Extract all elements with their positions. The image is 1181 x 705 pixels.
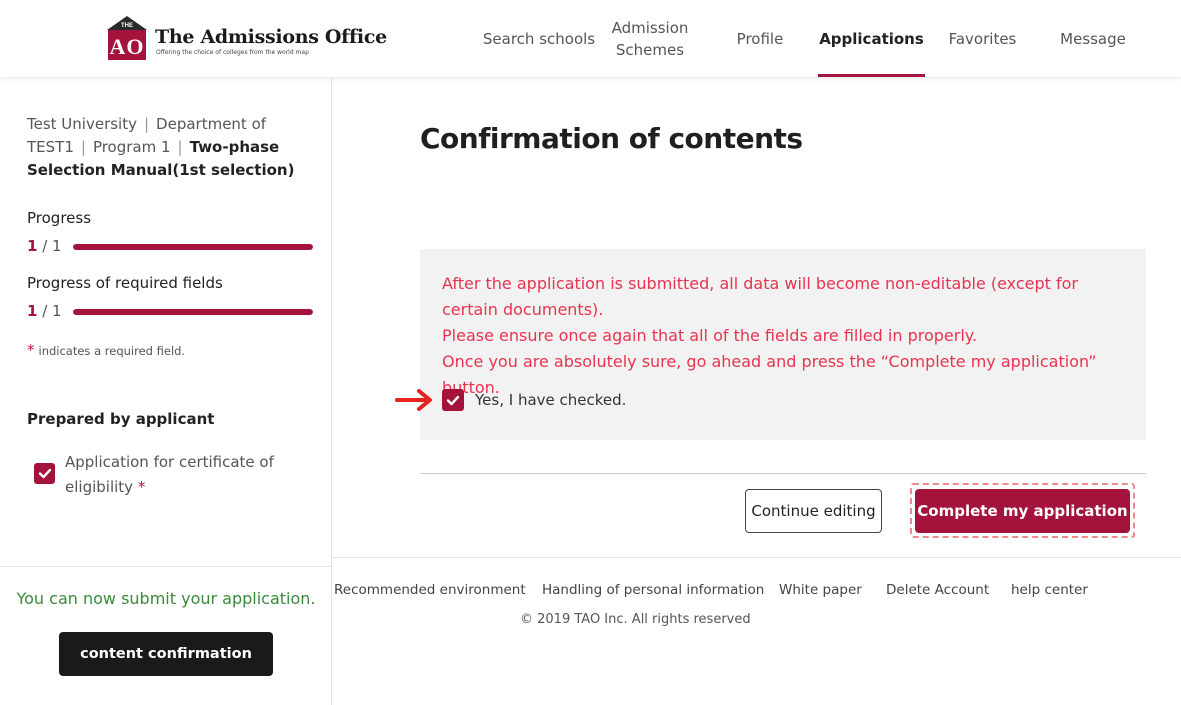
footer-divider: [332, 557, 1181, 558]
nav-label: Applications: [819, 29, 924, 48]
logo-subtitle: Offering the choice of colleges from the…: [156, 49, 309, 56]
breadcrumb-program: Program 1: [92, 138, 171, 156]
required-progress-count: 1 / 1: [27, 302, 62, 320]
logo-mark-icon: THE AO: [107, 16, 147, 60]
nav-label: Search schools: [482, 29, 596, 48]
required-note-text: indicates a required field.: [38, 344, 186, 358]
prepared-item-label[interactable]: Application for certificate of eligibili…: [65, 450, 305, 500]
progress-bar-fill: [73, 244, 313, 250]
nav-label: Profile: [736, 29, 784, 48]
progress-current: 1: [27, 237, 38, 255]
progress-bar: [73, 244, 313, 250]
site-logo[interactable]: THE AO The Admissions Office Offering th…: [107, 16, 387, 62]
arrow-right-icon: [395, 389, 432, 411]
breadcrumb-university: Test University: [27, 115, 137, 133]
footer-link-personal-information[interactable]: Handling of personal information: [542, 582, 764, 598]
logo-mark-top-text: THE: [121, 23, 133, 29]
nav-label: Admission Schemes: [611, 18, 689, 59]
page-title: Confirmation of contents: [420, 122, 803, 155]
footer-link-delete-account[interactable]: Delete Account: [886, 582, 989, 598]
checkmark-icon: [446, 395, 460, 405]
actions-divider: [420, 473, 1146, 474]
nav-search-schools[interactable]: Search schools: [480, 0, 598, 77]
progress-label: Progress: [27, 209, 92, 227]
breadcrumb-separator: |: [143, 115, 150, 133]
nav-favorites[interactable]: Favorites: [940, 0, 1025, 77]
checkbox-checked-icon[interactable]: [34, 463, 55, 484]
content-confirmation-button[interactable]: content confirmation: [59, 632, 273, 676]
prepared-heading: Prepared by applicant: [27, 410, 215, 428]
nav-applications[interactable]: Applications: [818, 0, 925, 77]
checkmark-icon: [38, 468, 51, 479]
required-progress-bar-fill: [73, 309, 313, 315]
nav-profile[interactable]: Profile: [720, 0, 800, 77]
notice-text: After the application is submitted, all …: [442, 271, 1132, 401]
required-progress-total: / 1: [42, 302, 62, 320]
footer-link-white-paper[interactable]: White paper: [779, 582, 862, 598]
complete-application-button[interactable]: Complete my application: [915, 489, 1130, 533]
logo-title: The Admissions Office: [155, 26, 387, 48]
required-star: *: [137, 478, 146, 496]
required-progress-current: 1: [27, 302, 38, 320]
nav-label: Favorites: [948, 29, 1017, 48]
progress-count: 1 / 1: [27, 237, 62, 255]
confirm-checkbox[interactable]: [442, 389, 464, 411]
breadcrumb-separator: |: [80, 138, 86, 156]
nav-label: Message: [1060, 29, 1126, 48]
submit-ready-message: You can now submit your application.: [16, 589, 316, 608]
required-progress-bar: [73, 309, 313, 315]
progress-total: / 1: [42, 237, 62, 255]
application-sidebar: Test University | Department of TEST1 | Prog…: [0, 77, 332, 705]
breadcrumb-separator: |: [177, 138, 183, 156]
confirmation-notice: After the application is submitted, all …: [420, 249, 1146, 440]
sidebar-divider: [0, 566, 331, 567]
required-star: *: [27, 341, 35, 359]
nav-admission-schemes[interactable]: Admission Schemes: [600, 0, 700, 77]
required-field-note: * indicates a required field.: [27, 341, 185, 359]
copyright: © 2019 TAO Inc. All rights reserved: [520, 612, 751, 627]
required-progress-label: Progress of required fields: [27, 274, 223, 292]
nav-message[interactable]: Message: [1050, 0, 1136, 77]
breadcrumb: Test University | Department of TEST1 | Prog…: [27, 113, 297, 182]
continue-editing-button[interactable]: Continue editing: [745, 489, 882, 533]
prepared-item-text: Application for certificate of eligibili…: [65, 453, 274, 496]
footer-link-help-center[interactable]: help center: [1011, 582, 1088, 598]
footer-link-recommended-environment[interactable]: Recommended environment: [334, 582, 526, 598]
logo-mark-letters: AO: [110, 34, 145, 59]
confirm-checkbox-label[interactable]: Yes, I have checked.: [475, 391, 626, 409]
notice-line: After the application is submitted, all …: [442, 274, 1079, 319]
top-header: THE AO The Admissions Office Offering th…: [0, 0, 1181, 77]
notice-line: Please ensure once again that all of the…: [442, 326, 978, 345]
